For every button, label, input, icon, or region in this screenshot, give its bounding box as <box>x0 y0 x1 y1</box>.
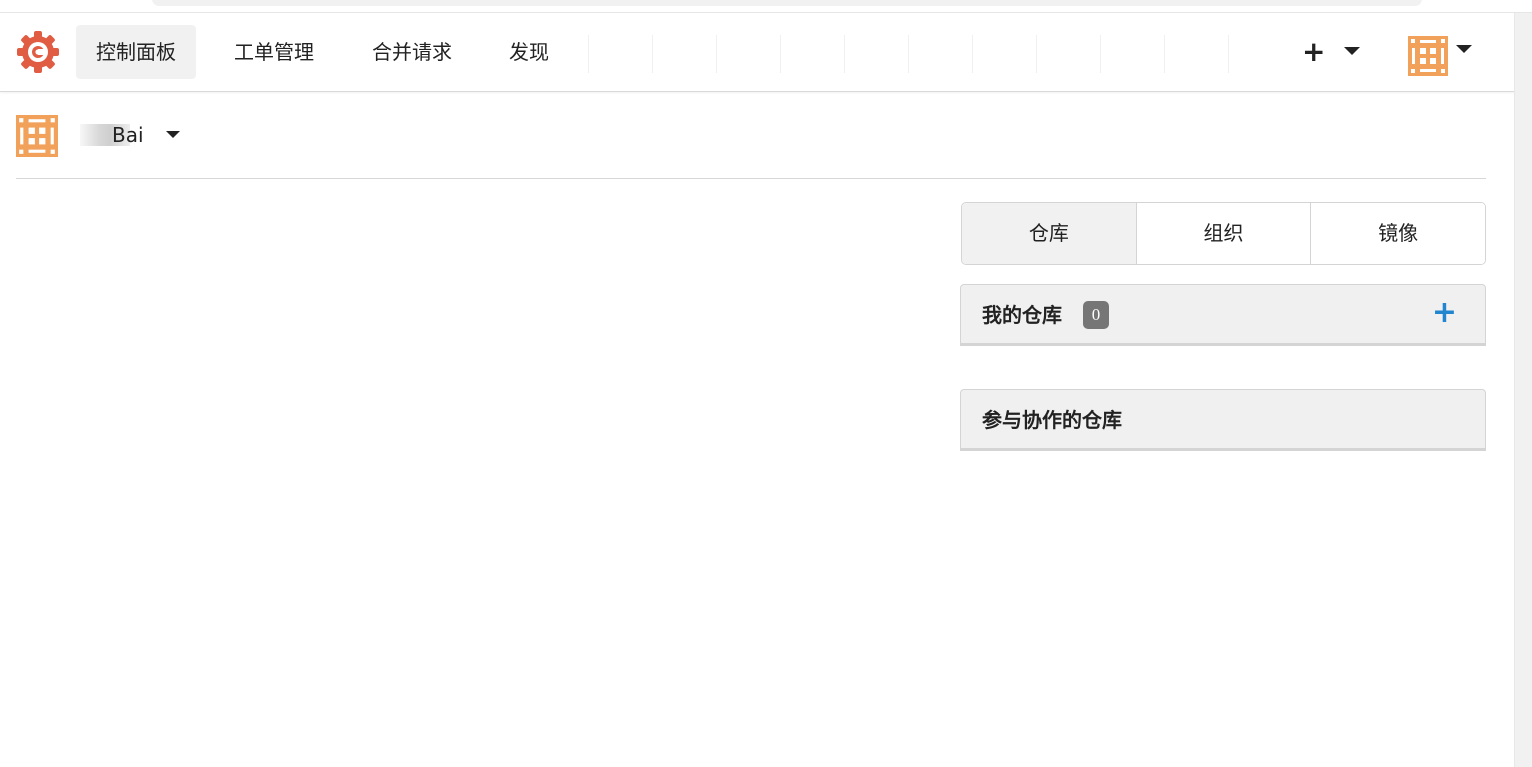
user-menu-avatar[interactable] <box>1408 36 1448 76</box>
dashboard-tabs: 仓库 组织 镜像 <box>961 202 1486 265</box>
nav-divider <box>1036 35 1037 73</box>
address-bar-edge <box>152 0 1422 6</box>
nav-divider <box>844 35 845 73</box>
user-name-label: Bai <box>112 123 144 147</box>
create-chevron-down-icon[interactable] <box>1344 47 1360 55</box>
nav-pull-requests[interactable]: 合并请求 <box>352 25 472 79</box>
my-repos-panel: 我的仓库 0 + <box>960 284 1486 346</box>
vertical-scrollbar[interactable] <box>1514 13 1532 767</box>
browser-strip <box>0 0 1532 13</box>
nav-explore[interactable]: 发现 <box>489 25 569 79</box>
nav-divider <box>588 35 589 73</box>
nav-divider <box>972 35 973 73</box>
user-menu-chevron-down-icon[interactable] <box>1456 45 1472 53</box>
nav-divider <box>780 35 781 73</box>
nav-divider <box>1100 35 1101 73</box>
header-divider <box>16 178 1486 179</box>
collab-repos-panel: 参与协作的仓库 <box>960 389 1486 451</box>
add-repo-plus-icon[interactable]: + <box>1432 298 1457 328</box>
tab-repositories[interactable]: 仓库 <box>962 203 1136 264</box>
nav-divider <box>1164 35 1165 73</box>
context-user-avatar[interactable] <box>16 115 58 157</box>
nav-divider <box>1228 35 1229 73</box>
nav-divider <box>716 35 717 73</box>
nav-divider <box>908 35 909 73</box>
user-switcher-chevron-down-icon[interactable] <box>166 131 180 138</box>
create-new-button[interactable]: + <box>1302 37 1325 67</box>
tab-organizations[interactable]: 组织 <box>1135 203 1311 264</box>
context-user-switcher[interactable]: Bai <box>80 121 144 149</box>
nav-issues[interactable]: 工单管理 <box>214 25 334 79</box>
collab-repos-title: 参与协作的仓库 <box>982 408 1122 432</box>
repo-count-badge: 0 <box>1083 301 1109 329</box>
tab-mirrors[interactable]: 镜像 <box>1310 203 1485 264</box>
nav-dashboard[interactable]: 控制面板 <box>76 25 196 79</box>
nav-divider <box>652 35 653 73</box>
gitea-logo-icon[interactable] <box>15 29 61 75</box>
top-navbar: 控制面板 工单管理 合并请求 发现 + <box>0 13 1514 92</box>
my-repos-title: 我的仓库 <box>982 303 1062 327</box>
